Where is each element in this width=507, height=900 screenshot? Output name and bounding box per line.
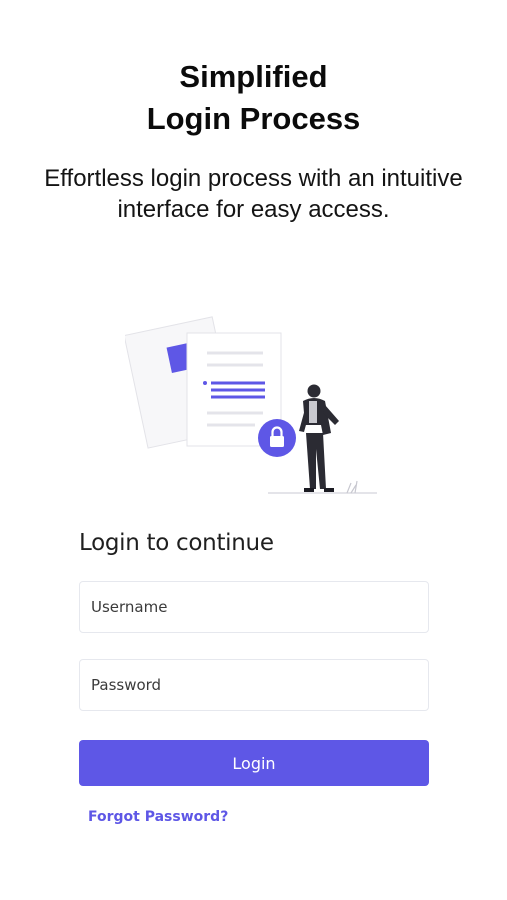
page-title-line-1: Simplified — [179, 59, 328, 94]
page-title: Simplified Login Process — [0, 56, 507, 140]
forgot-password-link[interactable]: Forgot Password? — [88, 809, 228, 825]
lock-icon — [258, 419, 296, 457]
login-button[interactable]: Login — [79, 740, 429, 786]
page-subtitle: Effortless login process with an intuiti… — [44, 165, 463, 223]
person-icon — [299, 384, 339, 492]
page-title-line-2: Login Process — [146, 101, 361, 136]
login-heading: Login to continue — [79, 530, 274, 556]
username-input[interactable] — [79, 581, 429, 633]
password-input[interactable] — [79, 659, 429, 711]
login-illustration — [125, 316, 377, 494]
